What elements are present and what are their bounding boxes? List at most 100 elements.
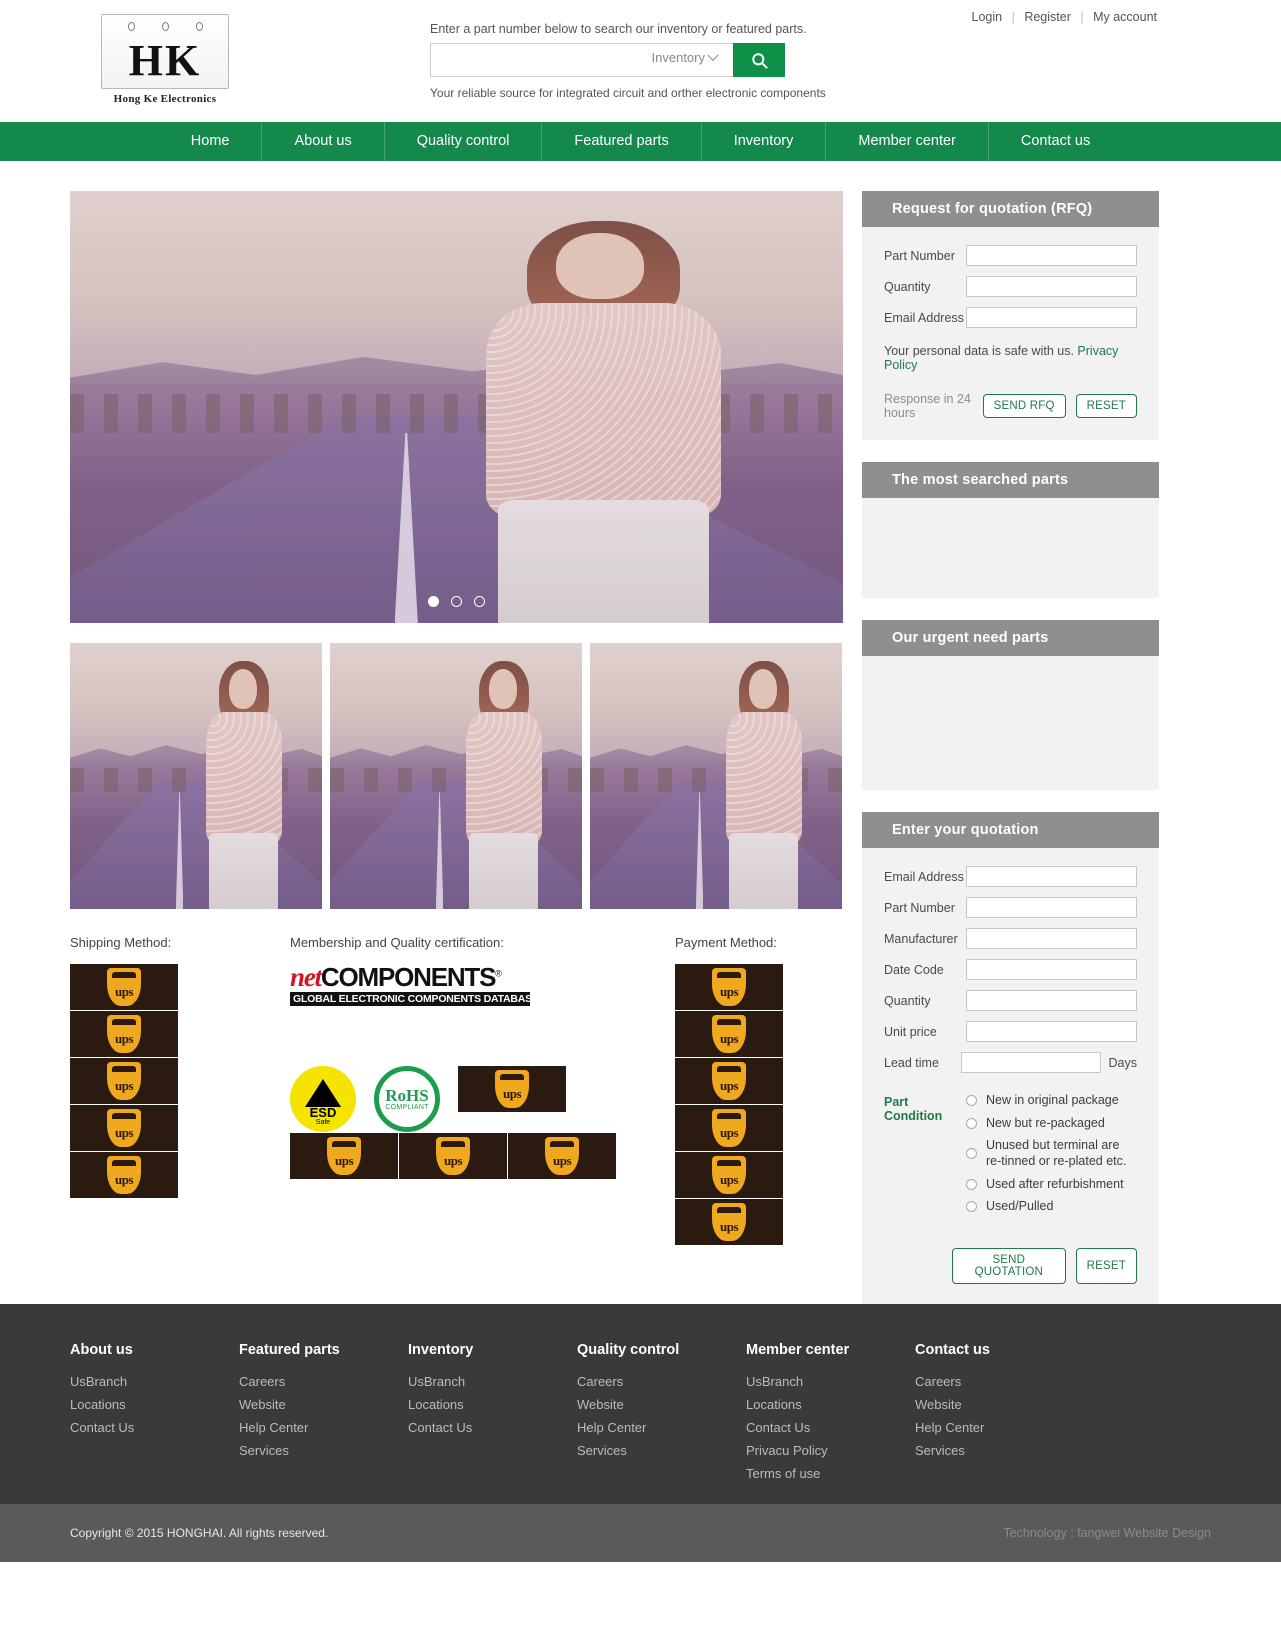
footer-link[interactable]: Contact Us bbox=[70, 1420, 239, 1435]
most-searched-title: The most searched parts bbox=[862, 462, 1159, 498]
footer-link[interactable]: Website bbox=[577, 1397, 746, 1412]
footer-column-featured-parts: Featured parts Careers Website Help Cent… bbox=[239, 1342, 408, 1489]
chevron-down-icon bbox=[707, 49, 719, 61]
footer-column-contact-us: Contact us Careers Website Help Center S… bbox=[915, 1342, 1084, 1489]
footer-link[interactable]: Careers bbox=[577, 1374, 746, 1389]
my-account-link[interactable]: My account bbox=[1093, 10, 1157, 24]
footer-link[interactable]: Services bbox=[577, 1443, 746, 1458]
ups-logo: ups bbox=[675, 1199, 783, 1245]
condition-option[interactable]: New in original package bbox=[966, 1093, 1137, 1109]
condition-option-label: New but re-packaged bbox=[986, 1115, 1105, 1130]
footer-link[interactable]: Help Center bbox=[577, 1420, 746, 1435]
footer-link[interactable]: UsBranch bbox=[408, 1374, 577, 1389]
quotation-quantity-input[interactable] bbox=[966, 990, 1137, 1011]
condition-option[interactable]: Used after refurbishment bbox=[966, 1177, 1137, 1193]
quotation-part-number-input[interactable] bbox=[966, 897, 1137, 918]
footer-link[interactable]: Contact Us bbox=[746, 1420, 915, 1435]
rfq-email-input[interactable] bbox=[966, 307, 1137, 328]
logo-plate-graphic: HK bbox=[101, 14, 229, 89]
rfq-part-number-input[interactable] bbox=[966, 245, 1137, 266]
footer-link[interactable]: Services bbox=[239, 1443, 408, 1458]
search-button[interactable] bbox=[733, 43, 785, 77]
carousel-dot-2[interactable] bbox=[451, 596, 462, 607]
quotation-date-code-input[interactable] bbox=[966, 959, 1137, 980]
condition-option[interactable]: Used/Pulled bbox=[966, 1199, 1137, 1215]
quotation-reset-button[interactable]: RESET bbox=[1075, 1247, 1137, 1284]
footer-link[interactable]: Careers bbox=[915, 1374, 1084, 1389]
logo-hole-icon bbox=[161, 22, 169, 31]
footer-column-title: Inventory bbox=[408, 1341, 474, 1358]
footer-link[interactable]: UsBranch bbox=[70, 1374, 239, 1389]
rfq-actions: Response in 24 hours SEND RFQ RESET bbox=[884, 392, 1137, 420]
register-link[interactable]: Register bbox=[1024, 10, 1071, 24]
radio-icon[interactable] bbox=[966, 1095, 977, 1107]
footer-link[interactable]: Contact Us bbox=[408, 1420, 577, 1435]
rfq-privacy-note: Your personal data is safe with us. Priv… bbox=[884, 344, 1137, 372]
footer-link[interactable]: Help Center bbox=[915, 1420, 1084, 1435]
sidebar: Request for quotation (RFQ) Part Number … bbox=[862, 191, 1159, 1304]
esd-safe-badge-icon: ESD Safe bbox=[290, 1066, 356, 1132]
quotation-manufacturer-input[interactable] bbox=[966, 928, 1137, 949]
quotation-date-code-row: Date Code bbox=[884, 959, 1137, 980]
rfq-quantity-input[interactable] bbox=[966, 276, 1137, 297]
ups-logo: ups bbox=[675, 964, 783, 1010]
nav-item-inventory[interactable]: Inventory bbox=[702, 122, 827, 161]
copyright-text: Copyright © 2015 HONGHAI. All rights res… bbox=[70, 1525, 329, 1540]
rfq-reset-button[interactable]: RESET bbox=[1075, 394, 1137, 418]
thumbnail-item[interactable] bbox=[590, 643, 842, 909]
thumbnail-item[interactable] bbox=[330, 643, 582, 909]
quotation-email-input[interactable] bbox=[966, 866, 1137, 887]
quotation-actions: SEND QUOTATION RESET bbox=[884, 1247, 1137, 1284]
condition-option[interactable]: New but re-packaged bbox=[966, 1116, 1137, 1132]
quotation-unit-price-input[interactable] bbox=[966, 1021, 1137, 1042]
carousel-dot-1[interactable] bbox=[428, 596, 439, 607]
nav-item-featured-parts[interactable]: Featured parts bbox=[542, 122, 702, 161]
page-root: Login | Register | My account HK Hong Ke… bbox=[0, 0, 1281, 1562]
rfq-part-number-label: Part Number bbox=[884, 248, 955, 263]
thumbnail-item[interactable] bbox=[70, 643, 322, 909]
netcomponents-net: net bbox=[290, 962, 322, 992]
send-quotation-button[interactable]: SEND QUOTATION bbox=[952, 1247, 1066, 1284]
nav-item-home[interactable]: Home bbox=[159, 122, 263, 161]
site-logo[interactable]: HK Hong Ke Electronics bbox=[95, 14, 235, 105]
shipping-logo-stack: ups ups ups ups ups bbox=[70, 964, 290, 1198]
urgent-parts-title: Our urgent need parts bbox=[862, 620, 1159, 656]
ups-logo: ups bbox=[508, 1133, 616, 1179]
footer-link[interactable]: Careers bbox=[239, 1374, 408, 1389]
footer-link[interactable]: Privacu Policy bbox=[746, 1443, 915, 1458]
part-condition-group: Part Condition New in original package N… bbox=[884, 1093, 1137, 1222]
quotation-panel: Enter your quotation Email Address Part … bbox=[862, 812, 1159, 1304]
hero-carousel[interactable] bbox=[70, 191, 843, 623]
hero-image bbox=[70, 191, 843, 623]
nav-item-quality-control[interactable]: Quality control bbox=[385, 122, 543, 161]
radio-icon[interactable] bbox=[966, 1178, 977, 1190]
nav-item-member-center[interactable]: Member center bbox=[826, 122, 989, 161]
quotation-part-number-row: Part Number bbox=[884, 897, 1137, 918]
footer-link[interactable]: UsBranch bbox=[746, 1374, 915, 1389]
quotation-lead-time-input[interactable] bbox=[960, 1052, 1101, 1073]
footer-link[interactable]: Locations bbox=[408, 1397, 577, 1412]
footer-link[interactable]: Website bbox=[915, 1397, 1084, 1412]
rfq-quantity-label: Quantity bbox=[884, 279, 931, 294]
nav-item-contact-us[interactable]: Contact us bbox=[989, 122, 1122, 161]
radio-icon[interactable] bbox=[966, 1148, 977, 1160]
ups-logo: ups bbox=[675, 1105, 783, 1151]
nav-item-about-us[interactable]: About us bbox=[262, 122, 385, 161]
carousel-dot-3[interactable] bbox=[474, 596, 485, 607]
footer-link[interactable]: Terms of use bbox=[746, 1466, 915, 1481]
radio-icon[interactable] bbox=[966, 1117, 977, 1129]
search-tagline: Your reliable source for integrated circ… bbox=[430, 86, 826, 100]
condition-option[interactable]: Unused but terminal are re-tinned or re-… bbox=[966, 1138, 1137, 1169]
footer-link[interactable]: Help Center bbox=[239, 1420, 408, 1435]
send-rfq-button[interactable]: SEND RFQ bbox=[982, 394, 1066, 418]
footer-link[interactable]: Locations bbox=[746, 1397, 915, 1412]
quotation-quantity-label: Quantity bbox=[884, 993, 931, 1008]
footer-link[interactable]: Website bbox=[239, 1397, 408, 1412]
footer-link[interactable]: Locations bbox=[70, 1397, 239, 1412]
footer-column-title: Quality control bbox=[577, 1341, 680, 1358]
radio-icon[interactable] bbox=[966, 1201, 977, 1213]
login-link[interactable]: Login bbox=[972, 10, 1003, 24]
logo-hole-icon bbox=[195, 22, 203, 31]
footer-link[interactable]: Services bbox=[915, 1443, 1084, 1458]
search-scope-dropdown[interactable]: Inventory bbox=[652, 49, 719, 65]
